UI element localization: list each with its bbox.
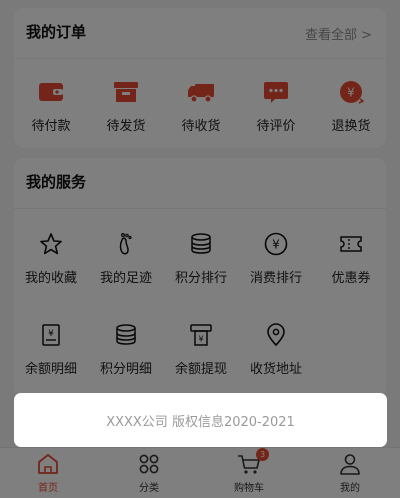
copyright-text: XXXX公司 版权信息2020-2021: [106, 414, 295, 430]
copyright-toast: XXXX公司 版权信息2020-2021: [14, 393, 387, 447]
profile-page: 我的订单 查看全部 > 待付款 待发货 待收货 待评价: [0, 0, 400, 499]
